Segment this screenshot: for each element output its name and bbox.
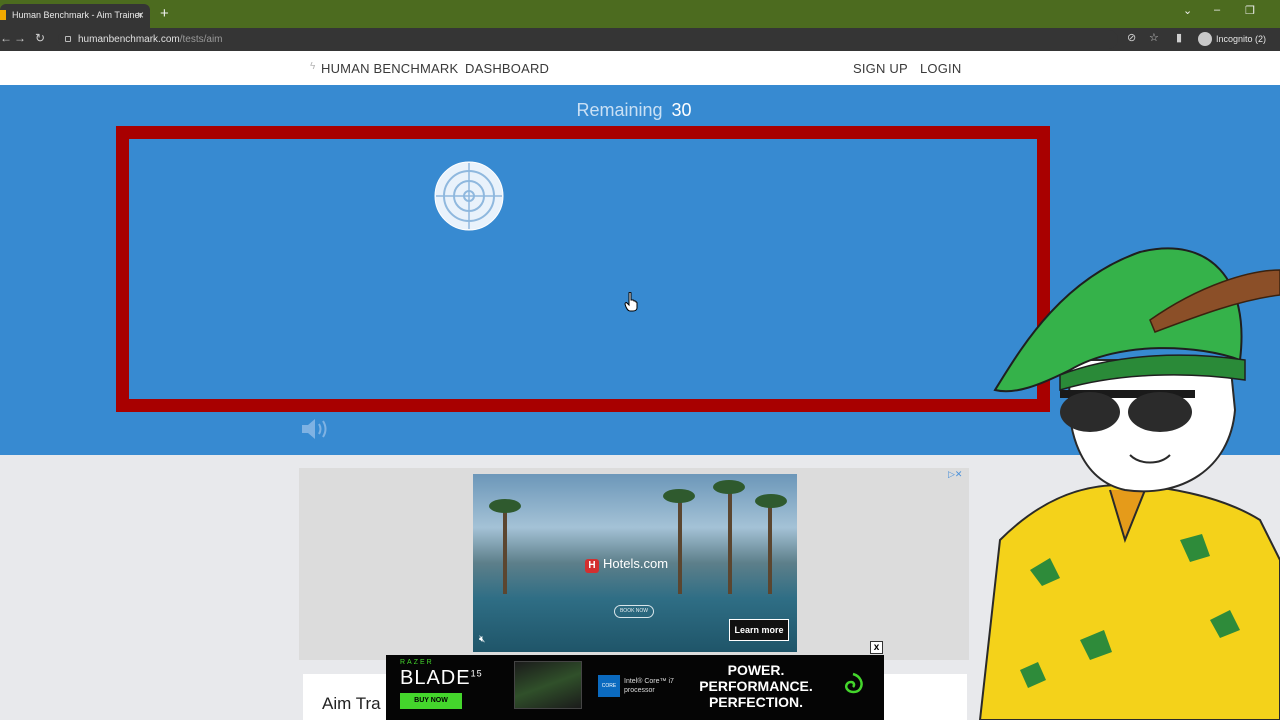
book-now-button[interactable]: BOOK NOW — [614, 605, 654, 618]
product-size: 15 — [470, 668, 483, 679]
brand-link[interactable]: HUMAN BENCHMARK — [321, 61, 458, 76]
star-icon[interactable]: ☆ — [1149, 31, 1159, 44]
browser-tab[interactable]: Human Benchmark - Aim Trainer × — [0, 4, 150, 28]
url-field[interactable]: humanbenchmark.com/tests/aim — [58, 30, 1118, 49]
intel-badge: CORE — [598, 675, 620, 697]
back-icon[interactable]: ← — [0, 31, 12, 45]
product-name: BLADE15 — [400, 667, 483, 690]
lightning-icon: ϟ — [310, 61, 316, 72]
login-link[interactable]: LOGIN — [920, 61, 961, 76]
palm-decoration — [713, 480, 745, 494]
eye-off-icon[interactable]: ⊘ — [1127, 31, 1136, 44]
tab-search-icon[interactable]: ⌄ — [1183, 4, 1192, 17]
remaining-count: 30 — [671, 100, 692, 120]
hotels-brand: Hotels.com — [603, 556, 669, 571]
tab-title: Human Benchmark - Aim Trainer — [12, 10, 143, 20]
card-title: Aim Tra — [322, 694, 381, 713]
palm-decoration — [489, 499, 521, 513]
product-name-text: BLADE — [400, 667, 471, 689]
slogan: POWER. PERFORMANCE. PERFECTION. — [686, 662, 826, 710]
address-bar-row: ← → ↻ humanbenchmark.com/tests/aim ⊘ ☆ ▮ — [0, 28, 1280, 51]
intel-text: Intel® Core™ i7 processor — [624, 678, 674, 694]
dashboard-link[interactable]: DASHBOARD — [465, 61, 549, 76]
slogan-line-1: POWER. — [727, 662, 785, 678]
tab-close-icon[interactable]: × — [137, 4, 144, 26]
site-navbar: HUMAN BENCHMARK DASHBOARD SIGN UP LOGIN — [0, 51, 1280, 85]
palm-decoration — [768, 499, 772, 594]
highlight-frame — [116, 126, 1050, 412]
minimize-icon[interactable]: – — [1214, 4, 1220, 16]
laptop-image — [514, 661, 582, 709]
incognito-indicator[interactable]: Incognito (2) — [1196, 30, 1266, 48]
palm-decoration — [728, 484, 732, 594]
forward-icon[interactable]: → — [14, 31, 26, 45]
buy-now-button[interactable]: BUY NOW — [400, 693, 462, 709]
incognito-avatar-icon — [1198, 32, 1212, 46]
sidepanel-icon[interactable]: ▮ — [1176, 31, 1182, 44]
learn-more-button[interactable]: Learn more — [729, 619, 789, 641]
palm-decoration — [678, 494, 682, 594]
remaining-label: Remaining — [576, 100, 663, 120]
palm-decoration — [663, 489, 695, 503]
palm-decoration — [755, 494, 787, 508]
razer-banner-ad[interactable]: RAZER BLADE15 BUY NOW CORE Intel® Core™ … — [386, 655, 884, 720]
incognito-label: Incognito (2) — [1216, 34, 1267, 44]
new-tab-button[interactable]: + — [160, 5, 169, 22]
meme-character-overlay — [978, 247, 1280, 720]
slogan-line-2: PERFORMANCE. — [699, 678, 813, 694]
razer-wordmark: RAZER — [400, 659, 434, 666]
site-favicon-icon — [0, 10, 6, 20]
sign-up-link[interactable]: SIGN UP — [853, 61, 908, 76]
url-domain: humanbenchmark.com — [78, 34, 180, 45]
banner-close-button[interactable]: x — [870, 641, 883, 654]
palm-decoration — [503, 504, 507, 594]
hand-pointer-icon — [624, 292, 638, 312]
hotels-mark: H — [585, 559, 599, 573]
restore-icon[interactable]: ❐ — [1245, 4, 1255, 17]
hotels-ad[interactable]: H Hotels.com BOOK NOW Learn more 🔇︎ — [473, 474, 797, 652]
mute-icon[interactable]: 🔇︎ — [479, 634, 485, 645]
url-path: /tests/aim — [179, 34, 223, 45]
aim-target-icon[interactable] — [434, 161, 504, 231]
razer-snake-icon — [844, 672, 863, 694]
slogan-line-3: PERFECTION. — [708, 694, 804, 710]
sound-icon[interactable] — [300, 417, 332, 441]
lock-icon — [65, 36, 71, 42]
hotels-logo: H Hotels.com — [585, 556, 668, 573]
reload-icon[interactable]: ↻ — [35, 31, 45, 45]
remaining-counter: Remaining 30 — [0, 100, 1268, 121]
browser-tab-strip: Human Benchmark - Aim Trainer × + ⌄ – ❐ — [0, 0, 1280, 28]
